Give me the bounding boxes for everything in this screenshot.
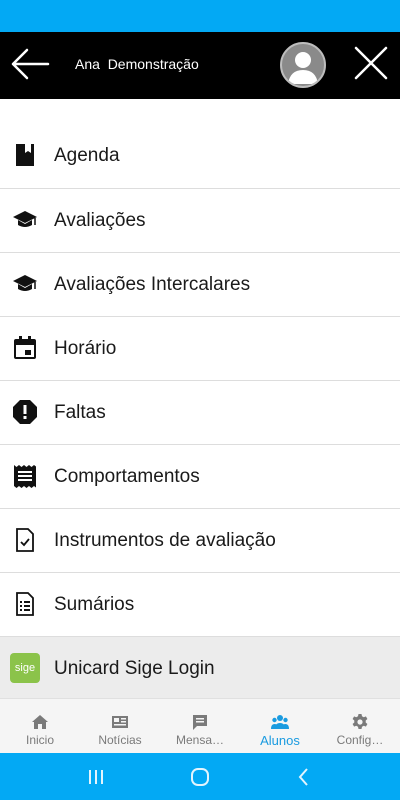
newspaper-icon (112, 716, 128, 728)
menu-item-label: Horário (54, 338, 117, 359)
users-icon (271, 715, 289, 729)
menu-item-avaliacoes-intercalares[interactable]: Avaliações Intercalares (0, 253, 400, 317)
document-list-icon (16, 592, 34, 616)
tab-label: Inicio (25, 733, 54, 747)
menu-item-horario[interactable]: Horário (0, 317, 400, 381)
system-navigation-bar (0, 753, 400, 800)
calendar-icon (14, 336, 36, 359)
graduation-cap-icon (13, 275, 37, 291)
arrow-left-icon (11, 48, 50, 80)
tab-label: Notícias (98, 733, 142, 747)
back-nav-button[interactable] (292, 765, 316, 789)
menu-item-label: Avaliações (54, 210, 146, 231)
tab-mensagens[interactable]: Mensa… (160, 699, 240, 754)
home-button[interactable] (188, 765, 212, 789)
chevron-left-icon (298, 768, 308, 786)
tab-label: Config… (336, 733, 384, 747)
tab-label: Mensa… (175, 733, 225, 747)
recent-apps-icon (89, 770, 103, 784)
receipt-icon (14, 465, 36, 488)
menu-item-label: Comportamentos (54, 466, 200, 487)
alert-octagon-icon (13, 400, 37, 424)
menu-item-unicard-sige-login[interactable]: sige Unicard Sige Login (0, 637, 400, 700)
main-menu: Agenda Avaliações Avaliações Intercalare… (0, 99, 400, 700)
tab-label: Alunos (260, 733, 300, 748)
menu-item-faltas[interactable]: Faltas (0, 381, 400, 445)
avatar[interactable] (280, 42, 326, 88)
menu-item-label: Instrumentos de avaliação (54, 530, 276, 551)
menu-item-label: Unicard Sige Login (54, 658, 215, 679)
app-header: Ana Demonstração (0, 32, 400, 99)
tab-configuracoes[interactable]: Config… (320, 699, 400, 754)
menu-item-label: Avaliações Intercalares (54, 274, 251, 295)
bookmark-icon (16, 144, 34, 166)
gear-icon (352, 714, 368, 729)
tab-noticias[interactable]: Notícias (80, 699, 160, 754)
user-name: Ana Demonstração (75, 56, 199, 72)
tab-alunos[interactable]: Alunos (240, 699, 320, 754)
home-icon (32, 715, 48, 729)
close-icon (354, 46, 388, 80)
back-button[interactable] (10, 46, 50, 82)
menu-item-instrumentos-de-avaliacao[interactable]: Instrumentos de avaliação (0, 509, 400, 573)
menu-item-label: Sumários (54, 594, 135, 615)
menu-item-comportamentos[interactable]: Comportamentos (0, 445, 400, 509)
message-icon (193, 715, 207, 730)
home-circle-icon (191, 768, 209, 786)
sige-logo: sige (10, 653, 40, 683)
close-button[interactable] (353, 45, 389, 81)
document-check-icon (16, 528, 34, 552)
menu-item-avaliacoes[interactable]: Avaliações (0, 189, 400, 253)
menu-item-label: Faltas (54, 402, 106, 423)
user-avatar-icon (288, 52, 318, 84)
status-bar (0, 0, 400, 32)
bottom-navigation: Inicio Notícias Mensa… Alunos Config… (0, 698, 400, 753)
graduation-cap-icon (13, 211, 37, 227)
recent-apps-button[interactable] (84, 765, 108, 789)
menu-item-sumarios[interactable]: Sumários (0, 573, 400, 637)
tab-inicio[interactable]: Inicio (0, 699, 80, 754)
menu-item-label: Agenda (54, 145, 120, 166)
menu-item-agenda[interactable]: Agenda (0, 99, 400, 189)
